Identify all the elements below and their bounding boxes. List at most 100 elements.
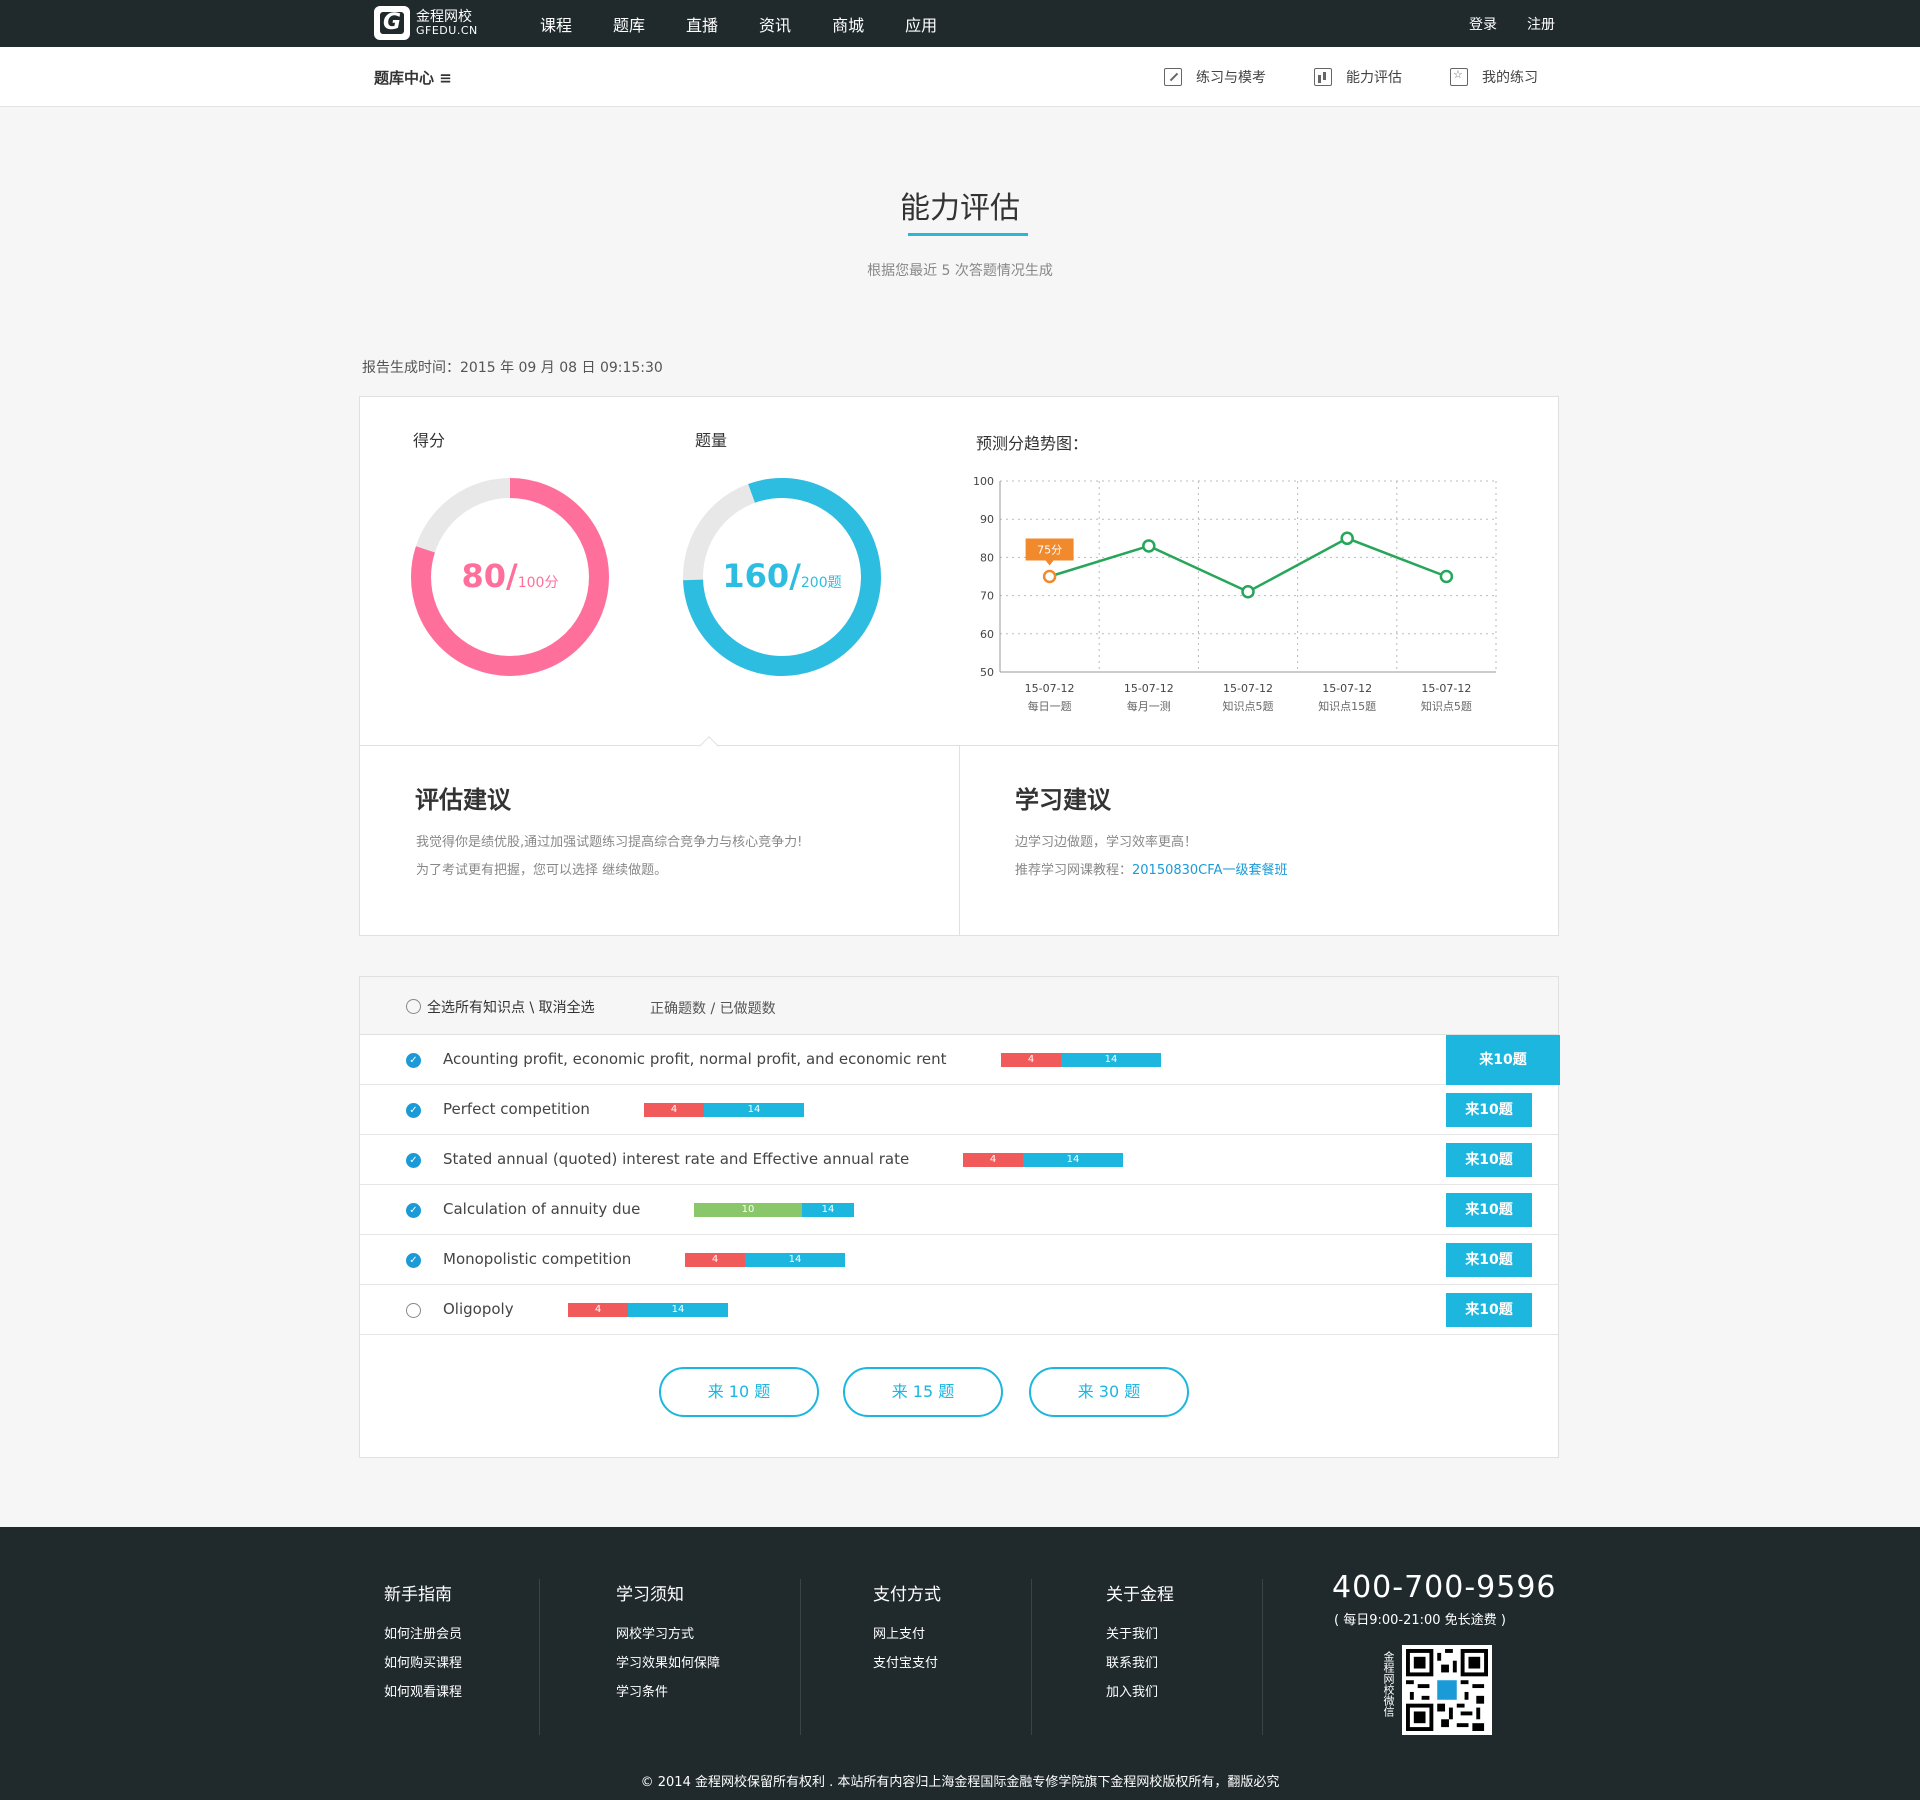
knowledge-row[interactable]: ✓ Monopolistic competition 4 14 来10题 — [360, 1235, 1558, 1285]
x-tick-date: 15-07-12 — [1025, 682, 1075, 695]
star-document-icon — [1450, 68, 1468, 86]
y-tick-label: 60 — [980, 628, 994, 641]
take-10-button[interactable]: 来10题 — [1446, 1093, 1532, 1127]
x-tick-category: 每月一测 — [1127, 699, 1171, 713]
assessment-advice-line2: 为了考试更有把握，您可以选择 继续做题。 — [416, 863, 668, 878]
checked-circle-icon[interactable]: ✓ — [406, 1153, 421, 1168]
nav-item-live[interactable]: 直播 — [686, 12, 718, 36]
footer-col-study: 学习须知 网校学习方式 学习效果如何保障 学习条件 — [616, 1580, 720, 1710]
correct-count-segment: 4 — [568, 1303, 628, 1317]
register-link[interactable]: 注册 — [1527, 14, 1555, 34]
site-logo[interactable]: G 金程网校 GFEDU.CN — [374, 6, 478, 40]
take-10-button[interactable]: 来10题 — [1446, 1293, 1532, 1327]
advice-divider — [959, 746, 960, 935]
select-all-label[interactable]: 全选所有知识点 \ 取消全选 — [427, 997, 595, 1017]
take-10-button[interactable]: 来10题 — [1446, 1193, 1532, 1227]
qr-code-icon — [1406, 1649, 1488, 1731]
footer-link[interactable]: 如何观看课程 — [384, 1681, 462, 1700]
unchecked-circle-icon[interactable] — [406, 1303, 421, 1318]
page-subtitle: 根据您最近 5 次答题情况生成 — [867, 263, 1053, 279]
footer-divider — [539, 1579, 540, 1735]
divider-notch — [699, 736, 719, 756]
wechat-qr-code — [1402, 1645, 1492, 1735]
checked-circle-icon[interactable]: ✓ — [406, 1253, 421, 1268]
take-10-button[interactable]: 来10题 — [1446, 1035, 1560, 1085]
score-value-text: 80/100分 — [400, 557, 620, 595]
x-tick-category: 知识点5题 — [1421, 699, 1472, 713]
take-15-questions-button[interactable]: 来 15 题 — [843, 1367, 1003, 1417]
login-link[interactable]: 登录 — [1469, 14, 1497, 34]
footer-link[interactable]: 如何注册会员 — [384, 1623, 462, 1642]
score-label: 得分 — [413, 431, 446, 450]
footer-link[interactable]: 关于我们 — [1106, 1623, 1174, 1642]
recommended-course-link[interactable]: 20150830CFA一级套餐班 — [1132, 863, 1287, 878]
question-value-text: 160/200题 — [672, 557, 892, 595]
done-count-segment: 14 — [745, 1253, 845, 1267]
sub-navbar: 题库中心 ≡ 练习与模考 能力评估 我的练习 — [0, 47, 1920, 107]
subnav-ability-assessment[interactable]: 能力评估 — [1314, 67, 1402, 87]
done-count-segment: 14 — [704, 1103, 804, 1117]
knowledge-row[interactable]: ✓ Acounting profit, economic profit, norm… — [360, 1035, 1560, 1085]
correct-done-bar: 4 14 — [568, 1303, 728, 1317]
footer-link[interactable]: 联系我们 — [1106, 1652, 1174, 1671]
checked-circle-icon[interactable]: ✓ — [406, 1103, 421, 1118]
question-center-menu[interactable]: 题库中心 ≡ — [374, 67, 452, 88]
done-count-segment: 14 — [802, 1203, 854, 1217]
footer-link[interactable]: 加入我们 — [1106, 1681, 1174, 1700]
knowledge-point-name: Acounting profit, economic profit, norma… — [443, 1050, 947, 1068]
assessment-advice-title: 评估建议 — [415, 786, 511, 814]
knowledge-row[interactable]: ✓ Perfect competition 4 14 来10题 — [360, 1085, 1558, 1135]
top-navbar: G 金程网校 GFEDU.CN 课程 题库 直播 资讯 商城 应用 登录 注册 — [0, 0, 1920, 47]
y-tick-label: 100 — [973, 475, 994, 488]
x-tick-category: 知识点15题 — [1318, 699, 1376, 713]
footer-divider — [1031, 1579, 1032, 1735]
score-value: 80/ — [461, 557, 518, 595]
footer-link[interactable]: 学习条件 — [616, 1681, 720, 1700]
nav-item-shop[interactable]: 商城 — [832, 12, 864, 36]
take-10-button[interactable]: 来10题 — [1446, 1243, 1532, 1277]
knowledge-row[interactable]: ✓ Calculation of annuity due 10 14 来10题 — [360, 1185, 1558, 1235]
nav-item-apps[interactable]: 应用 — [905, 12, 937, 36]
footer-link[interactable]: 网校学习方式 — [616, 1623, 720, 1642]
footer-link[interactable]: 如何购买课程 — [384, 1652, 462, 1671]
knowledge-row[interactable]: Oligopoly 4 14 来10题 — [360, 1285, 1558, 1335]
subnav-practice-exam-label: 练习与模考 — [1196, 70, 1266, 86]
footer-link[interactable]: 支付宝支付 — [873, 1652, 941, 1671]
footer-divider — [1262, 1579, 1263, 1735]
assessment-advice-line1: 我觉得你是绩优股,通过加强试题练习提高综合竞争力与核心竞争力! — [416, 835, 803, 850]
take-30-questions-button[interactable]: 来 30 题 — [1029, 1367, 1189, 1417]
nav-item-question-bank[interactable]: 题库 — [613, 12, 645, 36]
nav-item-courses[interactable]: 课程 — [540, 12, 572, 36]
highlight-tag-label: 75分 — [1037, 544, 1062, 557]
main-nav: 课程 题库 直播 资讯 商城 应用 — [540, 0, 978, 47]
question-count-label: 题量 — [695, 431, 728, 450]
y-tick-label: 80 — [980, 551, 994, 564]
x-tick-date: 15-07-12 — [1124, 682, 1174, 695]
x-tick-date: 15-07-12 — [1322, 682, 1372, 695]
y-tick-label: 50 — [980, 666, 994, 679]
footer-link[interactable]: 学习效果如何保障 — [616, 1652, 720, 1671]
checked-circle-icon[interactable]: ✓ — [406, 1203, 421, 1218]
knowledge-row[interactable]: ✓ Stated annual (quoted) interest rate an… — [360, 1135, 1558, 1185]
take-10-questions-button[interactable]: 来 10 题 — [659, 1367, 819, 1417]
data-point — [1439, 569, 1454, 584]
footer-col-about: 关于金程 关于我们 联系我们 加入我们 — [1106, 1580, 1174, 1710]
knowledge-point-name: Monopolistic competition — [443, 1250, 632, 1268]
footer-link[interactable]: 网上支付 — [873, 1623, 941, 1642]
correct-count-segment: 4 — [644, 1103, 704, 1117]
correct-done-bar: 4 14 — [1001, 1053, 1161, 1067]
logo-en-text: GFEDU.CN — [416, 23, 478, 37]
done-count-segment: 14 — [1023, 1153, 1123, 1167]
x-tick-date: 15-07-12 — [1421, 682, 1471, 695]
correct-count-segment: 10 — [694, 1203, 802, 1217]
nav-item-news[interactable]: 资讯 — [759, 12, 791, 36]
subnav-practice-exam[interactable]: 练习与模考 — [1164, 67, 1266, 87]
study-advice-title: 学习建议 — [1015, 786, 1111, 814]
take-10-button[interactable]: 来10题 — [1446, 1143, 1532, 1177]
subnav-my-practice[interactable]: 我的练习 — [1450, 67, 1538, 87]
select-all-radio[interactable] — [406, 999, 421, 1014]
bar-chart-icon — [1314, 68, 1332, 86]
footer-col-title: 新手指南 — [384, 1585, 452, 1605]
correct-count-segment: 4 — [963, 1153, 1023, 1167]
checked-circle-icon[interactable]: ✓ — [406, 1053, 421, 1068]
